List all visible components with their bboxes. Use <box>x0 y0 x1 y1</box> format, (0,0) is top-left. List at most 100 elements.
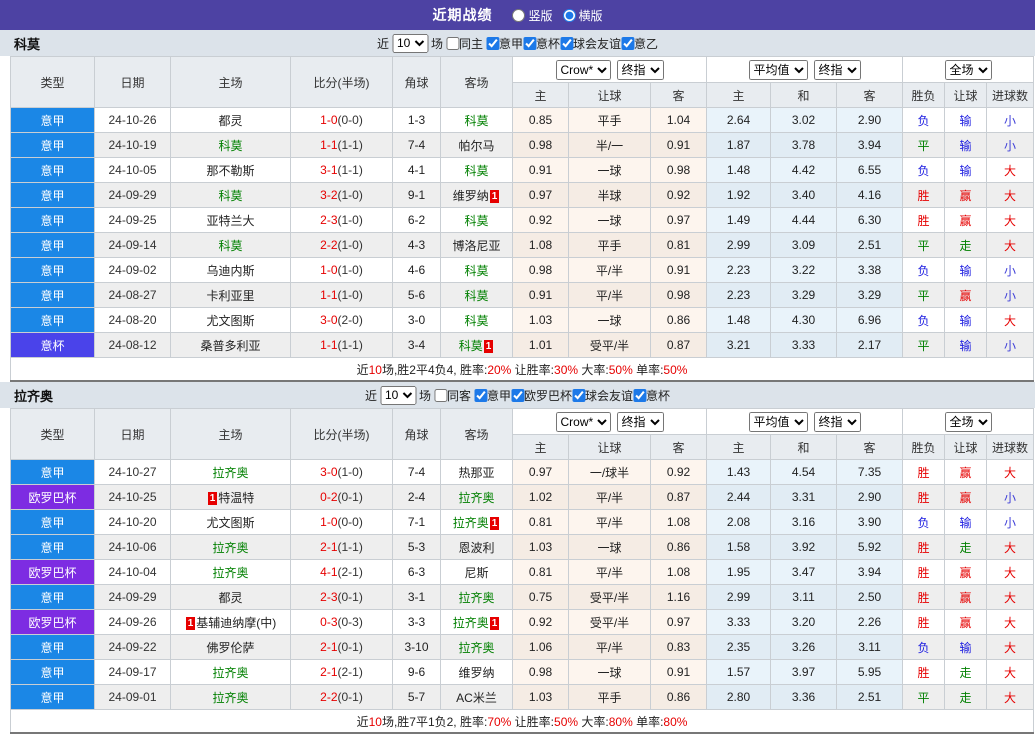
avg-away-cell: 6.30 <box>836 207 904 233</box>
league-filter[interactable]: 意杯 <box>523 35 560 52</box>
fulltime-select[interactable]: 全场 <box>944 411 992 432</box>
avg-type-select[interactable]: 平均值 <box>748 411 808 432</box>
header-controls-row: 类型 日期 主场 比分(半场) 角球 客场 Crow* 终指 平均值 终指 全场 <box>10 56 1035 108</box>
same-venue-filter[interactable]: 同客 <box>433 387 471 404</box>
odds-away-cell: 0.91 <box>649 659 708 685</box>
col-header-avg-home: 主 <box>706 434 772 460</box>
home-team-cell: 都灵 <box>170 584 291 610</box>
halftime-score: (1-0) <box>337 188 363 202</box>
odds-time-select[interactable]: 终指 <box>616 411 664 432</box>
vertical-layout-radio[interactable] <box>512 8 526 22</box>
fulltime-select-wrap: 全场 <box>904 59 1033 80</box>
score-cell: 2-1(1-1) <box>290 534 393 560</box>
odds-away-cell: 0.91 <box>649 257 708 283</box>
odds-away-cell: 0.83 <box>649 634 708 660</box>
away-team-name: 科莫 <box>464 288 489 303</box>
league-filter[interactable]: 球会友谊 <box>572 387 633 404</box>
same-venue-checkbox[interactable] <box>445 36 459 50</box>
avg-time-select[interactable]: 终指 <box>813 411 861 432</box>
match-row: 意甲 24-09-01 拉齐奥 2-2(0-1) 5-7 AC米兰 1.03 平手 0.86 2.… <box>10 684 1035 710</box>
odds-handicap-cell: 平/半 <box>568 509 651 535</box>
league-checkbox[interactable] <box>572 388 586 402</box>
same-venue-filter[interactable]: 同主 <box>445 35 483 52</box>
match-row: 意甲 24-09-22 佛罗伦萨 2-1(0-1) 3-10 拉齐奥 1.06 平/半 0.83… <box>10 634 1035 660</box>
away-team-cell: 科莫 <box>440 282 513 308</box>
avg-away-cell: 2.26 <box>836 609 904 635</box>
league-filter[interactable]: 意乙 <box>621 35 658 52</box>
league-checkbox[interactable] <box>485 36 499 50</box>
home-team-name: 尤文图斯 <box>206 515 255 530</box>
match-date: 24-10-25 <box>94 484 171 510</box>
avg-time-select[interactable]: 终指 <box>813 59 861 80</box>
odds-time-select[interactable]: 终指 <box>616 59 664 80</box>
league-filter[interactable]: 意甲 <box>473 387 511 404</box>
fulltime-select[interactable]: 全场 <box>944 59 992 80</box>
league-checkbox[interactable] <box>633 388 647 402</box>
odds-company-select[interactable]: Crow* <box>555 411 611 432</box>
summary-part: 近 <box>356 714 369 729</box>
avg-away-cell: 2.90 <box>836 484 904 510</box>
same-venue-checkbox[interactable] <box>433 388 447 402</box>
summary-part: 10 <box>368 714 382 729</box>
score-cell: 1-1(1-1) <box>290 332 393 358</box>
result-handicap-cell: 赢 <box>944 459 988 485</box>
league-filter[interactable]: 欧罗巴杯 <box>511 387 572 404</box>
league-filter[interactable]: 球会友谊 <box>560 35 621 52</box>
avg-type-select[interactable]: 平均值 <box>748 59 808 80</box>
league-checkbox[interactable] <box>523 36 537 50</box>
col-header-home: 主场 <box>170 56 291 108</box>
avg-away-cell: 2.51 <box>836 232 904 258</box>
away-team-cell: 维罗纳 <box>440 659 513 685</box>
away-team-name: 帕尔马 <box>458 138 495 153</box>
result-goals-cell: 小 <box>986 509 1035 535</box>
col-header-result-outcome: 胜负 <box>902 434 946 460</box>
odds-home-cell: 1.08 <box>512 232 569 258</box>
team-name: 科莫 <box>14 36 41 52</box>
horizontal-layout-radio[interactable] <box>562 8 576 22</box>
col-header-avg-draw: 和 <box>770 82 838 108</box>
avg-away-cell: 4.16 <box>836 182 904 208</box>
league-checkbox[interactable] <box>560 36 574 50</box>
halftime-score: (1-1) <box>337 338 363 352</box>
filter-bar: 近 10 场 同客 意甲 欧罗巴杯 球会友谊 意杯 <box>365 385 670 405</box>
odds-home-cell: 0.92 <box>512 609 569 635</box>
league-badge: 意甲 <box>10 107 95 133</box>
layout-option-horizontal[interactable]: 横版 <box>562 7 603 24</box>
layout-option-vertical[interactable]: 竖版 <box>512 7 553 24</box>
away-team-cell: 拉齐奥 1 <box>440 609 513 635</box>
home-team-cell: 科莫 <box>170 132 291 158</box>
col-header-odds-home: 主 <box>512 434 569 460</box>
score-cell: 2-1(2-1) <box>290 659 393 685</box>
match-date: 24-10-19 <box>94 132 171 158</box>
odds-handicap-cell: 半/一 <box>568 132 651 158</box>
result-outcome-cell: 负 <box>902 107 946 133</box>
league-checkbox[interactable] <box>511 388 525 402</box>
match-count-select[interactable]: 10 <box>391 33 428 53</box>
result-outcome-cell: 胜 <box>902 484 946 510</box>
league-checkbox[interactable] <box>473 388 487 402</box>
league-badge: 意甲 <box>10 459 95 485</box>
league-checkbox[interactable] <box>621 36 635 50</box>
halftime-score: (0-1) <box>337 490 363 504</box>
avg-draw-cell: 3.97 <box>770 659 838 685</box>
league-filter[interactable]: 意甲 <box>485 35 523 52</box>
home-team-cell: 卡利亚里 <box>170 282 291 308</box>
home-team-name: 科莫 <box>218 188 243 203</box>
avg-draw-cell: 3.22 <box>770 257 838 283</box>
odds-company-select[interactable]: Crow* <box>555 59 611 80</box>
corner-score-cell: 5-3 <box>392 534 441 560</box>
corner-score-cell: 5-6 <box>392 282 441 308</box>
odds-away-cell: 0.87 <box>649 484 708 510</box>
home-team-cell: 亚特兰大 <box>170 207 291 233</box>
score-cell: 1-0(0-0) <box>290 509 393 535</box>
col-header-type: 类型 <box>10 408 95 460</box>
odds-away-cell: 0.86 <box>649 307 708 333</box>
home-team-name: 科莫 <box>218 138 243 153</box>
away-team-name: 科莫 <box>464 263 489 278</box>
league-filter[interactable]: 意杯 <box>633 387 670 404</box>
odds-handicap-cell: 受平/半 <box>568 609 651 635</box>
match-date: 24-09-01 <box>94 684 171 710</box>
red-card-badge: 1 <box>489 516 500 530</box>
league-badge: 意甲 <box>10 684 95 710</box>
match-count-select[interactable]: 10 <box>379 385 416 405</box>
